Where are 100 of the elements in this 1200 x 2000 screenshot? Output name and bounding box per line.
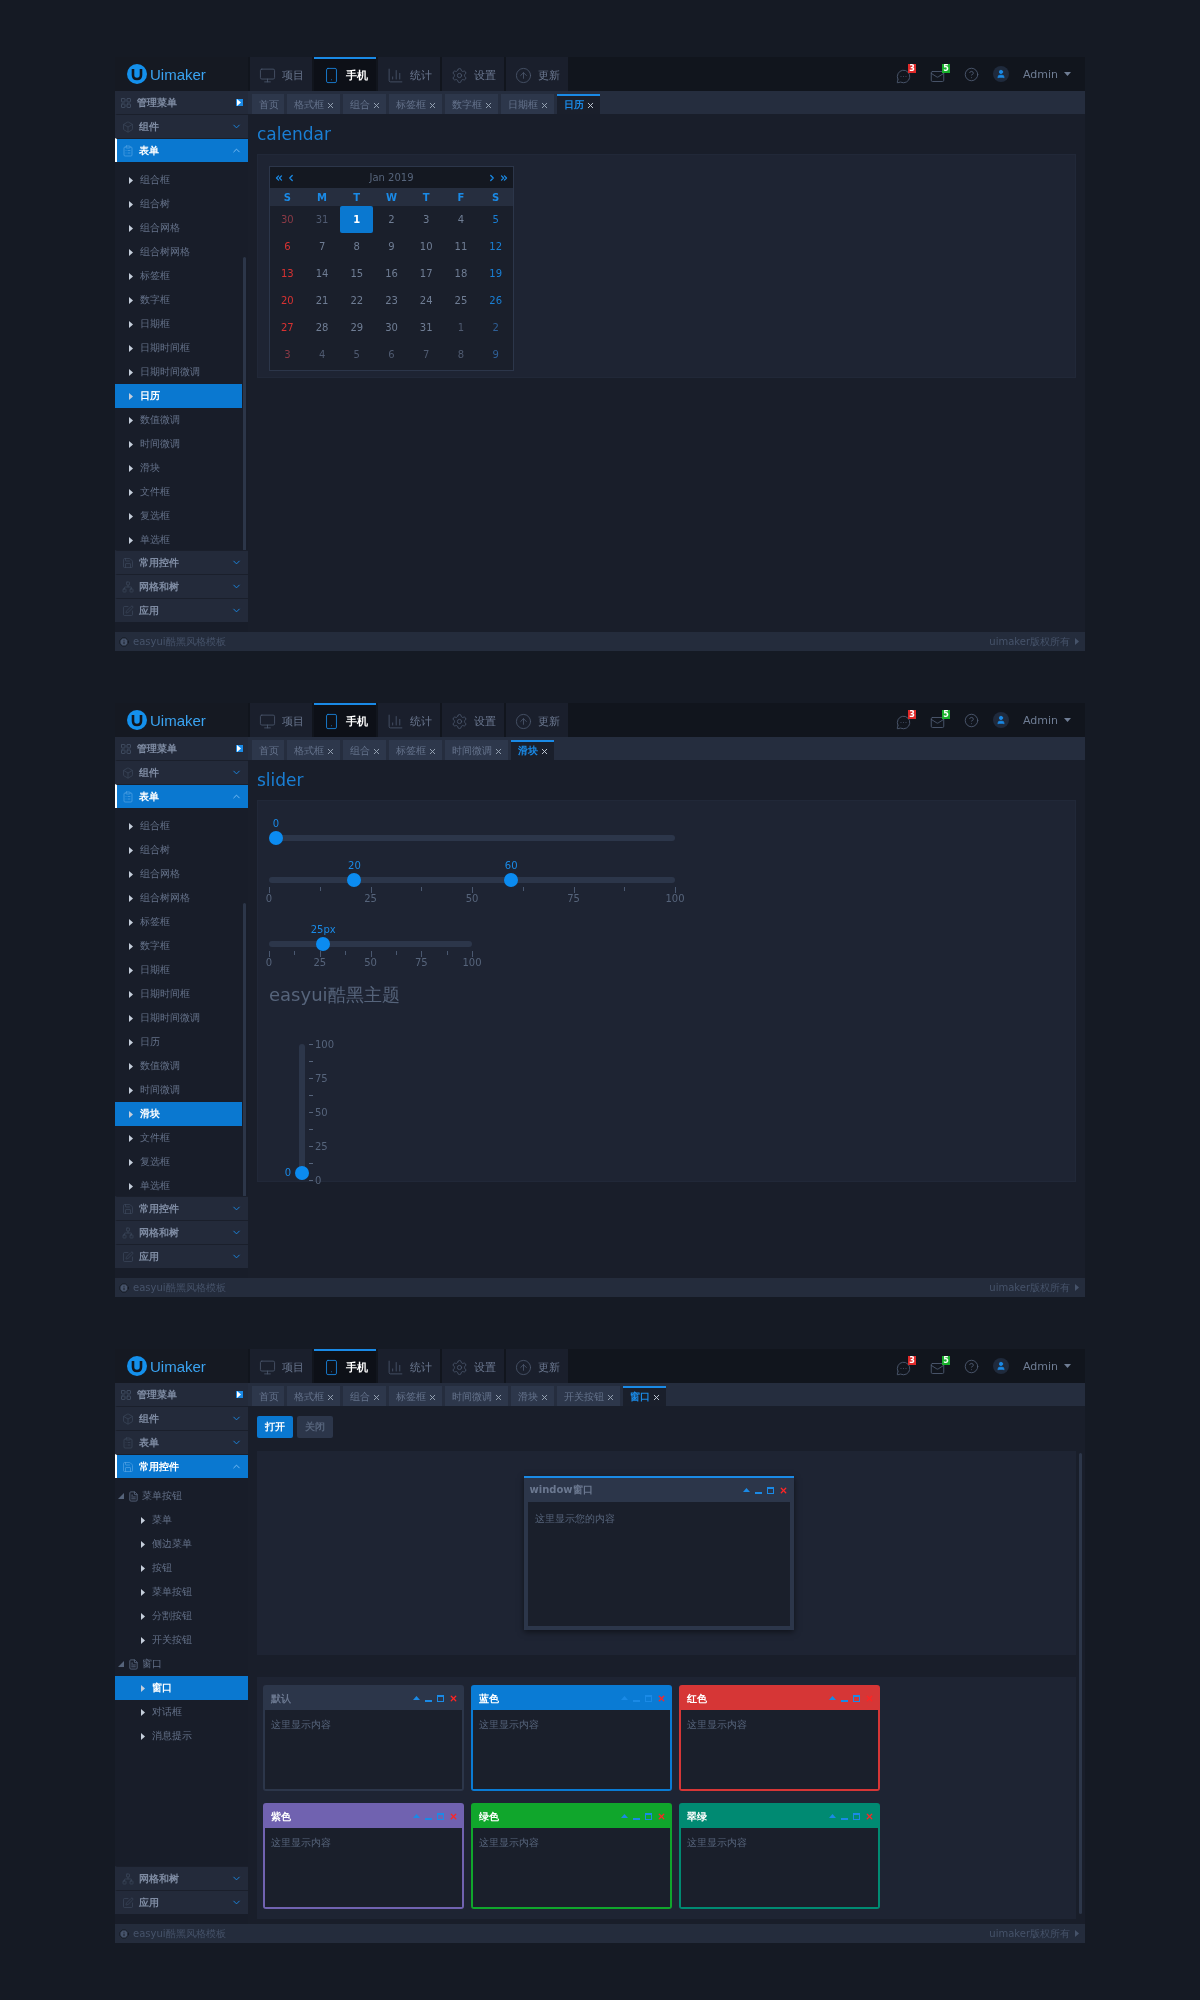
day-cell[interactable]: 29 <box>340 314 374 341</box>
close-icon[interactable] <box>494 746 503 756</box>
day-cell[interactable]: 11 <box>444 233 478 260</box>
tab[interactable]: 组合 <box>343 740 386 760</box>
close-icon[interactable] <box>606 1392 615 1402</box>
menu-item[interactable]: 菜单 <box>115 1508 248 1532</box>
menu-item[interactable]: 标签框 <box>115 264 242 288</box>
next-month-icon[interactable] <box>487 172 497 183</box>
tree-folder[interactable]: 菜单按钮 <box>115 1484 248 1508</box>
nav-tab[interactable]: 设置 <box>442 703 504 737</box>
menu-item[interactable]: 日期时间框 <box>115 336 242 360</box>
menu-group[interactable]: 网格和树 <box>115 1220 248 1244</box>
menu-item[interactable]: 时间微调 <box>115 1078 242 1102</box>
user-menu[interactable]: Admin <box>1022 1359 1071 1373</box>
day-cell[interactable]: 3 <box>271 341 304 368</box>
close-icon[interactable] <box>652 1392 661 1402</box>
menu-item[interactable]: 文件框 <box>115 480 242 504</box>
user-menu[interactable]: Admin <box>1022 713 1071 727</box>
mail-button[interactable]: 5 <box>929 710 950 730</box>
close-icon[interactable] <box>428 100 437 110</box>
day-cell[interactable]: 28 <box>305 314 339 341</box>
day-cell[interactable]: 8 <box>444 341 478 368</box>
day-cell[interactable]: 30 <box>271 206 304 233</box>
menu-item[interactable]: 日期时间微调 <box>115 1006 242 1030</box>
nav-tab[interactable]: 手机 <box>314 1349 376 1383</box>
menu-item[interactable]: 窗口 <box>115 1676 248 1700</box>
close-icon[interactable] <box>428 1392 437 1402</box>
menu-item[interactable]: 日期框 <box>115 312 242 336</box>
tab[interactable]: 首页 <box>252 740 284 760</box>
menu-group[interactable]: 网格和树 <box>115 1866 248 1890</box>
day-cell[interactable]: 6 <box>271 233 304 260</box>
tab[interactable]: 日历 <box>557 94 600 114</box>
menu-item[interactable]: 数字框 <box>115 288 242 312</box>
nav-tab[interactable]: 项目 <box>250 1349 312 1383</box>
day-cell[interactable]: 1 <box>444 314 478 341</box>
nav-tab[interactable]: 更新 <box>506 1349 568 1383</box>
day-cell[interactable]: 5 <box>479 206 512 233</box>
collapse-button[interactable] <box>236 1391 243 1398</box>
tab[interactable]: 窗口 <box>623 1386 666 1406</box>
slider-thumb[interactable] <box>316 937 331 951</box>
mail-button[interactable]: 5 <box>929 64 950 84</box>
day-cell[interactable]: 22 <box>340 287 374 314</box>
day-cell[interactable]: 8 <box>340 233 374 260</box>
menu-item[interactable]: 日期框 <box>115 958 242 982</box>
day-cell[interactable]: 5 <box>340 341 374 368</box>
menu-item[interactable]: 日历 <box>115 1030 242 1054</box>
collapse-button[interactable] <box>236 99 243 106</box>
next-year-icon[interactable] <box>499 172 509 183</box>
menu-item[interactable]: 组合树 <box>115 192 242 216</box>
day-cell[interactable]: 25 <box>444 287 478 314</box>
menu-item[interactable]: 侧边菜单 <box>115 1532 248 1556</box>
nav-tab[interactable]: 手机 <box>314 57 376 91</box>
help-icon[interactable] <box>963 66 979 82</box>
day-cell[interactable]: 20 <box>271 287 304 314</box>
collapse-button[interactable] <box>236 745 243 752</box>
day-cell[interactable]: 19 <box>479 260 512 287</box>
menu-item[interactable]: 单选框 <box>115 1174 242 1196</box>
slider-thumb[interactable] <box>269 831 283 845</box>
nav-tab[interactable]: 更新 <box>506 703 568 737</box>
open-button[interactable]: 打开 <box>257 1416 293 1438</box>
nav-tab[interactable]: 设置 <box>442 1349 504 1383</box>
menu-item[interactable]: 组合树 <box>115 838 242 862</box>
close-icon[interactable] <box>540 746 549 756</box>
slider-thumb[interactable] <box>295 1166 309 1180</box>
menu-group[interactable]: 应用 <box>115 598 248 622</box>
close-icon[interactable] <box>372 100 381 110</box>
maximize-icon[interactable] <box>437 1695 444 1702</box>
menu-item[interactable]: 滑块 <box>115 456 242 480</box>
close-icon[interactable] <box>372 746 381 756</box>
menu-group[interactable]: 表单 <box>115 1430 248 1454</box>
day-cell[interactable]: 17 <box>409 260 443 287</box>
tab[interactable]: 组合 <box>343 1386 386 1406</box>
close-icon[interactable] <box>540 1392 549 1402</box>
menu-group[interactable]: 组件 <box>115 114 248 138</box>
menu-group[interactable]: 应用 <box>115 1244 248 1268</box>
day-cell[interactable]: 21 <box>305 287 339 314</box>
day-cell[interactable]: 12 <box>479 233 512 260</box>
day-cell[interactable]: 27 <box>271 314 304 341</box>
tab[interactable]: 首页 <box>252 1386 284 1406</box>
day-cell[interactable]: 14 <box>305 260 339 287</box>
tab[interactable]: 首页 <box>252 94 284 114</box>
tab[interactable]: 组合 <box>343 94 386 114</box>
day-cell[interactable]: 1 <box>340 206 374 233</box>
menu-group[interactable]: 常用控件 <box>115 550 248 574</box>
day-cell[interactable]: 24 <box>409 287 443 314</box>
day-cell[interactable]: 31 <box>305 206 339 233</box>
menu-item[interactable]: 组合框 <box>115 168 242 192</box>
menu-item[interactable]: 单选框 <box>115 528 242 550</box>
day-cell[interactable]: 9 <box>375 233 408 260</box>
prev-year-icon[interactable] <box>274 172 284 183</box>
messages-button[interactable]: 3 <box>895 1356 916 1376</box>
menu-item[interactable]: 组合树网格 <box>115 886 242 910</box>
nav-tab[interactable]: 统计 <box>378 703 440 737</box>
day-cell[interactable]: 13 <box>271 260 304 287</box>
close-icon[interactable] <box>326 100 335 110</box>
close-icon[interactable] <box>484 100 493 110</box>
messages-button[interactable]: 3 <box>895 64 916 84</box>
help-icon[interactable] <box>963 1358 979 1374</box>
mail-button[interactable]: 5 <box>929 1356 950 1376</box>
day-cell[interactable]: 2 <box>479 314 512 341</box>
